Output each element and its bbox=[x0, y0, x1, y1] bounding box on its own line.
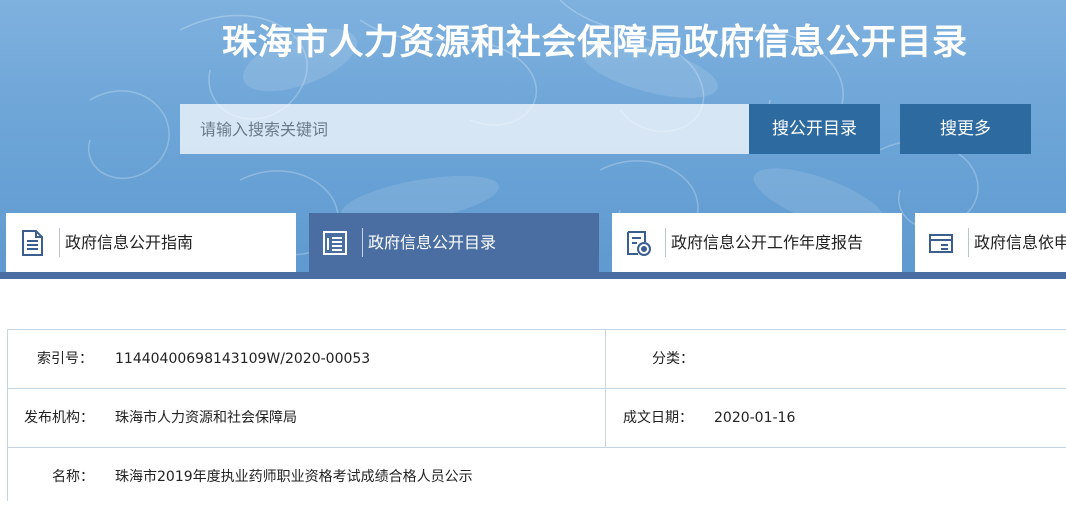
tab-separator bbox=[59, 228, 60, 257]
document-info-table: 索引号： 11440400698143109W/2020-00053 分类： 发… bbox=[7, 329, 1066, 501]
tab-disclosure-guide[interactable]: 政府信息公开指南 bbox=[6, 213, 296, 272]
tab-separator bbox=[362, 228, 363, 257]
tab-label: 政府信息公开指南 bbox=[65, 233, 194, 252]
tab-disclosure-application[interactable]: 政府信息依申 bbox=[915, 213, 1066, 272]
tab-annual-report[interactable]: 政府信息公开工作年度报告 bbox=[612, 213, 902, 272]
report-seal-icon bbox=[627, 231, 651, 256]
tab-label: 政府信息公开工作年度报告 bbox=[671, 233, 864, 252]
name-label: 名称： bbox=[52, 469, 94, 485]
search-input[interactable] bbox=[180, 104, 749, 154]
tab-label: 政府信息依申 bbox=[974, 233, 1066, 252]
tab-disclosure-catalog[interactable]: 政府信息公开目录 bbox=[309, 213, 599, 272]
search-more-button[interactable]: 搜更多 bbox=[900, 104, 1031, 154]
publisher-label: 发布机构： bbox=[24, 410, 94, 426]
document-lines-icon bbox=[22, 230, 43, 256]
publisher-value: 珠海市人力资源和社会保障局 bbox=[115, 410, 297, 426]
date-value: 2020-01-16 bbox=[714, 410, 796, 426]
category-label: 分类： bbox=[652, 351, 694, 367]
name-value: 珠海市2019年度执业药师职业资格考试成绩合格人员公示 bbox=[115, 469, 473, 485]
table-row: 名称： 珠海市2019年度执业药师职业资格考试成绩合格人员公示 bbox=[7, 447, 1066, 506]
table-row: 索引号： 11440400698143109W/2020-00053 分类： bbox=[7, 329, 1066, 388]
page-title: 珠海市人力资源和社会保障局政府信息公开目录 bbox=[222, 23, 968, 63]
tab-separator bbox=[665, 228, 666, 257]
date-label: 成文日期： bbox=[623, 410, 693, 426]
catalog-list-icon bbox=[323, 231, 347, 255]
tab-label: 政府信息公开目录 bbox=[368, 233, 497, 252]
index-label: 索引号： bbox=[37, 351, 93, 367]
tab-separator bbox=[968, 228, 969, 257]
index-value: 11440400698143109W/2020-00053 bbox=[115, 351, 371, 367]
application-form-icon bbox=[929, 234, 953, 253]
tab-bar-underline bbox=[0, 272, 1066, 279]
search-catalog-button[interactable]: 搜公开目录 bbox=[749, 104, 880, 154]
table-row: 发布机构： 珠海市人力资源和社会保障局 成文日期： 2020-01-16 bbox=[7, 388, 1066, 447]
